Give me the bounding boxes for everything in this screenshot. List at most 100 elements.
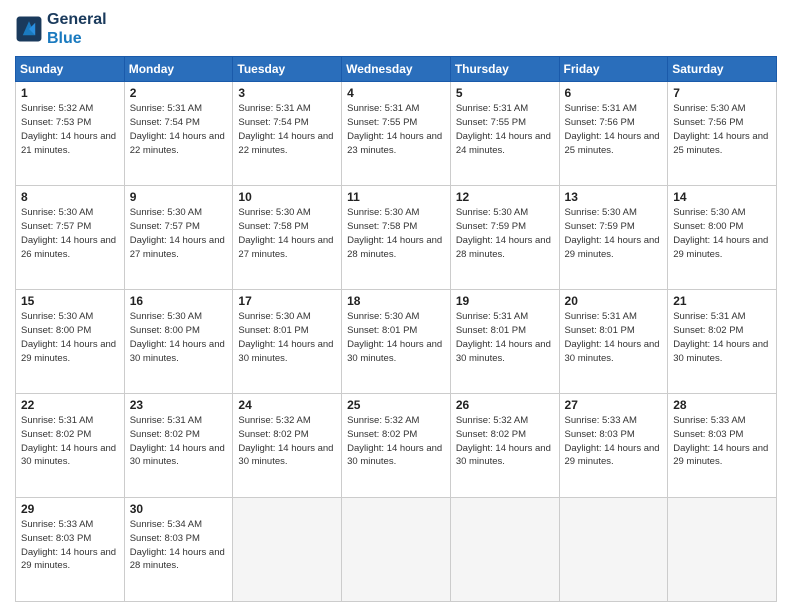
day-info: Sunrise: 5:30 AMSunset: 7:59 PMDaylight:… bbox=[456, 206, 554, 261]
day-info: Sunrise: 5:31 AMSunset: 8:02 PMDaylight:… bbox=[673, 310, 771, 365]
calendar-cell: 18 Sunrise: 5:30 AMSunset: 8:01 PMDayligh… bbox=[342, 290, 451, 394]
day-number: 3 bbox=[238, 86, 336, 100]
day-number: 19 bbox=[456, 294, 554, 308]
header-sunday: Sunday bbox=[16, 57, 125, 82]
calendar-cell bbox=[450, 498, 559, 602]
day-info: Sunrise: 5:30 AMSunset: 8:00 PMDaylight:… bbox=[673, 206, 771, 261]
day-info: Sunrise: 5:33 AMSunset: 8:03 PMDaylight:… bbox=[565, 414, 663, 469]
day-number: 7 bbox=[673, 86, 771, 100]
day-info: Sunrise: 5:31 AMSunset: 7:55 PMDaylight:… bbox=[456, 102, 554, 157]
day-info: Sunrise: 5:31 AMSunset: 7:54 PMDaylight:… bbox=[238, 102, 336, 157]
calendar-cell: 11 Sunrise: 5:30 AMSunset: 7:58 PMDayligh… bbox=[342, 186, 451, 290]
day-number: 10 bbox=[238, 190, 336, 204]
calendar-cell: 24Sunrise: 5:32 AMSunset: 8:02 PMDayligh… bbox=[233, 394, 342, 498]
calendar-cell: 12 Sunrise: 5:30 AMSunset: 7:59 PMDayligh… bbox=[450, 186, 559, 290]
day-number: 12 bbox=[456, 190, 554, 204]
calendar-cell: 28Sunrise: 5:33 AMSunset: 8:03 PMDayligh… bbox=[668, 394, 777, 498]
day-number: 15 bbox=[21, 294, 119, 308]
day-number: 11 bbox=[347, 190, 445, 204]
calendar-cell: 17Sunrise: 5:30 AMSunset: 8:01 PMDayligh… bbox=[233, 290, 342, 394]
day-info: Sunrise: 5:30 AMSunset: 7:58 PMDaylight:… bbox=[347, 206, 445, 261]
day-info: Sunrise: 5:30 AMSunset: 7:56 PMDaylight:… bbox=[673, 102, 771, 157]
day-number: 14 bbox=[673, 190, 771, 204]
header-thursday: Thursday bbox=[450, 57, 559, 82]
calendar-cell: 25 Sunrise: 5:32 AMSunset: 8:02 PMDayligh… bbox=[342, 394, 451, 498]
day-info: Sunrise: 5:30 AMSunset: 8:01 PMDaylight:… bbox=[238, 310, 336, 365]
header-tuesday: Tuesday bbox=[233, 57, 342, 82]
calendar-header-row: SundayMondayTuesdayWednesdayThursdayFrid… bbox=[16, 57, 777, 82]
calendar-cell: 8 Sunrise: 5:30 AMSunset: 7:57 PMDaylight… bbox=[16, 186, 125, 290]
calendar-cell: 22 Sunrise: 5:31 AMSunset: 8:02 PMDayligh… bbox=[16, 394, 125, 498]
calendar-row: 8 Sunrise: 5:30 AMSunset: 7:57 PMDaylight… bbox=[16, 186, 777, 290]
day-number: 29 bbox=[21, 502, 119, 516]
day-info: Sunrise: 5:31 AMSunset: 7:56 PMDaylight:… bbox=[565, 102, 663, 157]
calendar-row: 15 Sunrise: 5:30 AMSunset: 8:00 PMDayligh… bbox=[16, 290, 777, 394]
day-info: Sunrise: 5:31 AMSunset: 8:01 PMDaylight:… bbox=[456, 310, 554, 365]
day-info: Sunrise: 5:31 AMSunset: 8:02 PMDaylight:… bbox=[21, 414, 119, 469]
calendar-cell: 29 Sunrise: 5:33 AMSunset: 8:03 PMDayligh… bbox=[16, 498, 125, 602]
day-info: Sunrise: 5:32 AMSunset: 8:02 PMDaylight:… bbox=[347, 414, 445, 469]
calendar-cell: 19 Sunrise: 5:31 AMSunset: 8:01 PMDayligh… bbox=[450, 290, 559, 394]
calendar-cell: 1Sunrise: 5:32 AMSunset: 7:53 PMDaylight… bbox=[16, 82, 125, 186]
logo-text: General Blue bbox=[47, 10, 107, 48]
header-saturday: Saturday bbox=[668, 57, 777, 82]
calendar-row: 22 Sunrise: 5:31 AMSunset: 8:02 PMDayligh… bbox=[16, 394, 777, 498]
day-info: Sunrise: 5:32 AMSunset: 8:02 PMDaylight:… bbox=[456, 414, 554, 469]
header: General Blue bbox=[15, 10, 777, 48]
calendar-cell: 5Sunrise: 5:31 AMSunset: 7:55 PMDaylight… bbox=[450, 82, 559, 186]
day-info: Sunrise: 5:32 AMSunset: 7:53 PMDaylight:… bbox=[21, 102, 119, 157]
day-number: 2 bbox=[130, 86, 228, 100]
logo-icon bbox=[15, 15, 43, 43]
day-number: 4 bbox=[347, 86, 445, 100]
header-monday: Monday bbox=[124, 57, 233, 82]
day-info: Sunrise: 5:31 AMSunset: 8:02 PMDaylight:… bbox=[130, 414, 228, 469]
day-info: Sunrise: 5:31 AMSunset: 7:55 PMDaylight:… bbox=[347, 102, 445, 157]
day-info: Sunrise: 5:33 AMSunset: 8:03 PMDaylight:… bbox=[21, 518, 119, 573]
header-wednesday: Wednesday bbox=[342, 57, 451, 82]
day-info: Sunrise: 5:30 AMSunset: 7:57 PMDaylight:… bbox=[130, 206, 228, 261]
calendar-cell: 14 Sunrise: 5:30 AMSunset: 8:00 PMDayligh… bbox=[668, 186, 777, 290]
calendar-cell: 30Sunrise: 5:34 AMSunset: 8:03 PMDayligh… bbox=[124, 498, 233, 602]
day-number: 16 bbox=[130, 294, 228, 308]
calendar-cell bbox=[233, 498, 342, 602]
calendar-cell: 15 Sunrise: 5:30 AMSunset: 8:00 PMDayligh… bbox=[16, 290, 125, 394]
calendar-table: SundayMondayTuesdayWednesdayThursdayFrid… bbox=[15, 56, 777, 602]
calendar-row: 29 Sunrise: 5:33 AMSunset: 8:03 PMDayligh… bbox=[16, 498, 777, 602]
day-info: Sunrise: 5:30 AMSunset: 8:01 PMDaylight:… bbox=[347, 310, 445, 365]
day-number: 26 bbox=[456, 398, 554, 412]
calendar-cell: 20 Sunrise: 5:31 AMSunset: 8:01 PMDayligh… bbox=[559, 290, 668, 394]
day-info: Sunrise: 5:30 AMSunset: 7:59 PMDaylight:… bbox=[565, 206, 663, 261]
day-info: Sunrise: 5:30 AMSunset: 8:00 PMDaylight:… bbox=[21, 310, 119, 365]
calendar-cell: 26 Sunrise: 5:32 AMSunset: 8:02 PMDayligh… bbox=[450, 394, 559, 498]
logo: General Blue bbox=[15, 10, 107, 48]
day-number: 6 bbox=[565, 86, 663, 100]
day-number: 9 bbox=[130, 190, 228, 204]
day-number: 13 bbox=[565, 190, 663, 204]
day-info: Sunrise: 5:30 AMSunset: 7:57 PMDaylight:… bbox=[21, 206, 119, 261]
calendar-cell: 9 Sunrise: 5:30 AMSunset: 7:57 PMDaylight… bbox=[124, 186, 233, 290]
day-number: 27 bbox=[565, 398, 663, 412]
day-info: Sunrise: 5:34 AMSunset: 8:03 PMDaylight:… bbox=[130, 518, 228, 573]
calendar-cell: 6 Sunrise: 5:31 AMSunset: 7:56 PMDaylight… bbox=[559, 82, 668, 186]
day-number: 23 bbox=[130, 398, 228, 412]
day-info: Sunrise: 5:30 AMSunset: 7:58 PMDaylight:… bbox=[238, 206, 336, 261]
calendar-cell: 23 Sunrise: 5:31 AMSunset: 8:02 PMDayligh… bbox=[124, 394, 233, 498]
day-number: 8 bbox=[21, 190, 119, 204]
calendar-cell: 13 Sunrise: 5:30 AMSunset: 7:59 PMDayligh… bbox=[559, 186, 668, 290]
day-number: 21 bbox=[673, 294, 771, 308]
day-number: 22 bbox=[21, 398, 119, 412]
calendar-row: 1Sunrise: 5:32 AMSunset: 7:53 PMDaylight… bbox=[16, 82, 777, 186]
calendar-cell: 16Sunrise: 5:30 AMSunset: 8:00 PMDayligh… bbox=[124, 290, 233, 394]
day-number: 20 bbox=[565, 294, 663, 308]
calendar-cell bbox=[342, 498, 451, 602]
page: General Blue SundayMondayTuesdayWednesda… bbox=[0, 0, 792, 612]
calendar-cell: 4 Sunrise: 5:31 AMSunset: 7:55 PMDaylight… bbox=[342, 82, 451, 186]
calendar-cell: 3 Sunrise: 5:31 AMSunset: 7:54 PMDaylight… bbox=[233, 82, 342, 186]
day-info: Sunrise: 5:33 AMSunset: 8:03 PMDaylight:… bbox=[673, 414, 771, 469]
header-friday: Friday bbox=[559, 57, 668, 82]
day-number: 25 bbox=[347, 398, 445, 412]
calendar-cell: 7 Sunrise: 5:30 AMSunset: 7:56 PMDaylight… bbox=[668, 82, 777, 186]
day-info: Sunrise: 5:31 AMSunset: 8:01 PMDaylight:… bbox=[565, 310, 663, 365]
calendar-cell: 10 Sunrise: 5:30 AMSunset: 7:58 PMDayligh… bbox=[233, 186, 342, 290]
day-number: 18 bbox=[347, 294, 445, 308]
